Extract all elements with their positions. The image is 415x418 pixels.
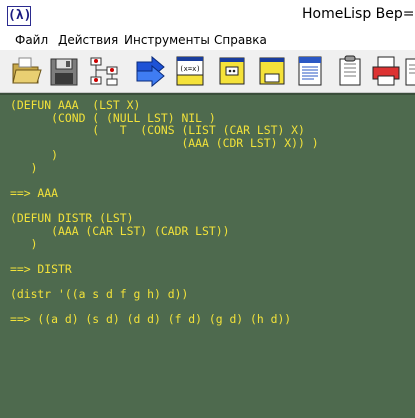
console-line: (AAA (CDR LST) X)) ) (10, 135, 319, 150)
console-line: (DEFUN AAA (LST X) (10, 98, 141, 112)
window-title: HomeLisp Вер=1 (302, 6, 415, 22)
save-floppy-icon[interactable] (48, 54, 80, 88)
open-folder-icon[interactable] (10, 54, 42, 88)
notepad-icon[interactable] (404, 54, 415, 88)
lisp-console[interactable]: (DEFUN AAA (LST X) (COND ( (NULL LST) NI… (0, 93, 415, 418)
clipboard-icon[interactable] (334, 54, 366, 88)
menu-bar: Файл Действия Инструменты Справка (0, 30, 415, 50)
menu-help[interactable]: Справка (214, 33, 267, 47)
run-arrows-icon[interactable] (134, 54, 166, 88)
console-line: ) (10, 160, 38, 175)
app-lambda-icon[interactable]: (λ) (7, 6, 31, 26)
print-icon[interactable] (370, 54, 402, 88)
yellow-window-icon[interactable] (216, 54, 248, 88)
console-line: (distr '((a s d f g h) d)) (10, 286, 189, 301)
console-line: ( T (CONS (LIST (CAR LST) X) (10, 123, 305, 138)
menu-tools[interactable]: Инструменты (124, 33, 210, 47)
window-load-icon[interactable]: (x=x) (174, 54, 206, 88)
console-line: ) (10, 236, 38, 251)
yellow-document-icon[interactable] (256, 54, 288, 88)
toolbar: (x=x) (0, 50, 415, 93)
blue-document-icon[interactable] (294, 54, 326, 88)
console-line: ==> DISTR (10, 261, 72, 276)
console-output: (DEFUN AAA (LST X) (COND ( (NULL LST) NI… (0, 95, 415, 326)
menu-file[interactable]: Файл (15, 33, 48, 47)
menu-actions[interactable]: Действия (58, 33, 118, 47)
console-line: ==> AAA (10, 186, 59, 201)
title-bar: (λ) HomeLisp Вер=1 (0, 0, 415, 30)
tree-structure-icon[interactable] (88, 54, 120, 88)
svg-text:(x=x): (x=x) (179, 65, 200, 73)
console-line: (AAA (CAR LST) (CADR LST)) (10, 223, 230, 238)
console-line: ) (10, 148, 59, 163)
console-line: ==> ((a d) (s d) (d d) (f d) (g d) (h d)… (10, 312, 292, 327)
